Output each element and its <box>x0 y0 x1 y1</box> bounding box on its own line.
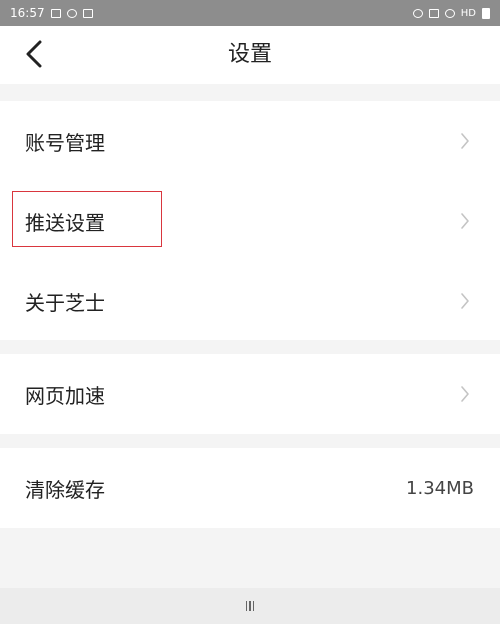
nav-bar: 设置 <box>0 26 500 84</box>
chevron-right-icon <box>461 293 469 309</box>
status-time: 16:57 <box>10 6 45 20</box>
image-icon <box>50 8 61 18</box>
status-bar: 16:57 HD <box>0 0 500 26</box>
settings-item-label: 关于芝士 <box>25 290 105 315</box>
recents-icon[interactable] <box>245 601 255 611</box>
system-nav-bar <box>0 588 500 624</box>
settings-item-label: 账号管理 <box>25 130 105 155</box>
battery-icon <box>482 7 490 19</box>
chevron-left-icon <box>26 40 42 68</box>
wifi-icon <box>444 8 455 18</box>
mute-icon <box>428 8 439 18</box>
page-title: 设置 <box>227 42 272 67</box>
settings-item-label: 网页加速 <box>25 383 105 408</box>
status-bar-left: 16:57 <box>10 6 93 20</box>
chevron-right-icon <box>461 213 469 229</box>
settings-item-web-speedup[interactable]: 网页加速 <box>0 354 500 434</box>
settings-item-account[interactable]: 账号管理 <box>0 101 500 181</box>
settings-item-label: 清除缓存 <box>25 477 105 502</box>
camera-icon <box>66 8 77 18</box>
settings-item-about[interactable]: 关于芝士 <box>0 261 500 341</box>
alarm-icon <box>412 8 423 18</box>
chevron-right-icon <box>461 133 469 149</box>
settings-item-label: 推送设置 <box>25 210 105 235</box>
settings-item-clear-cache[interactable]: 清除缓存 1.34MB <box>0 448 500 528</box>
network-type-text: HD <box>460 7 476 19</box>
status-bar-right: HD <box>412 7 490 19</box>
chevron-right-icon <box>461 386 469 402</box>
cache-size-value: 1.34MB <box>406 477 474 499</box>
sim-icon <box>82 8 93 18</box>
back-button[interactable] <box>16 36 52 72</box>
settings-item-push[interactable]: 推送设置 <box>0 181 500 261</box>
